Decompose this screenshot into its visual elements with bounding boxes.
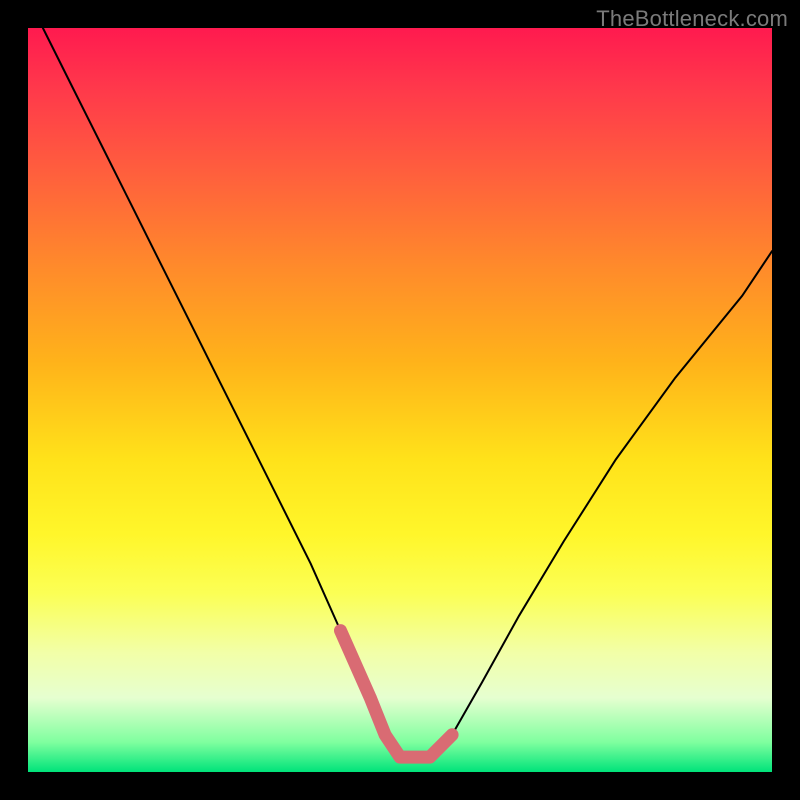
bottleneck-curve — [43, 28, 772, 757]
watermark-text: TheBottleneck.com — [596, 6, 788, 32]
chart-frame: TheBottleneck.com — [0, 0, 800, 800]
optimal-range-highlight — [341, 631, 453, 758]
curve-overlay — [28, 28, 772, 772]
plot-area — [28, 28, 772, 772]
